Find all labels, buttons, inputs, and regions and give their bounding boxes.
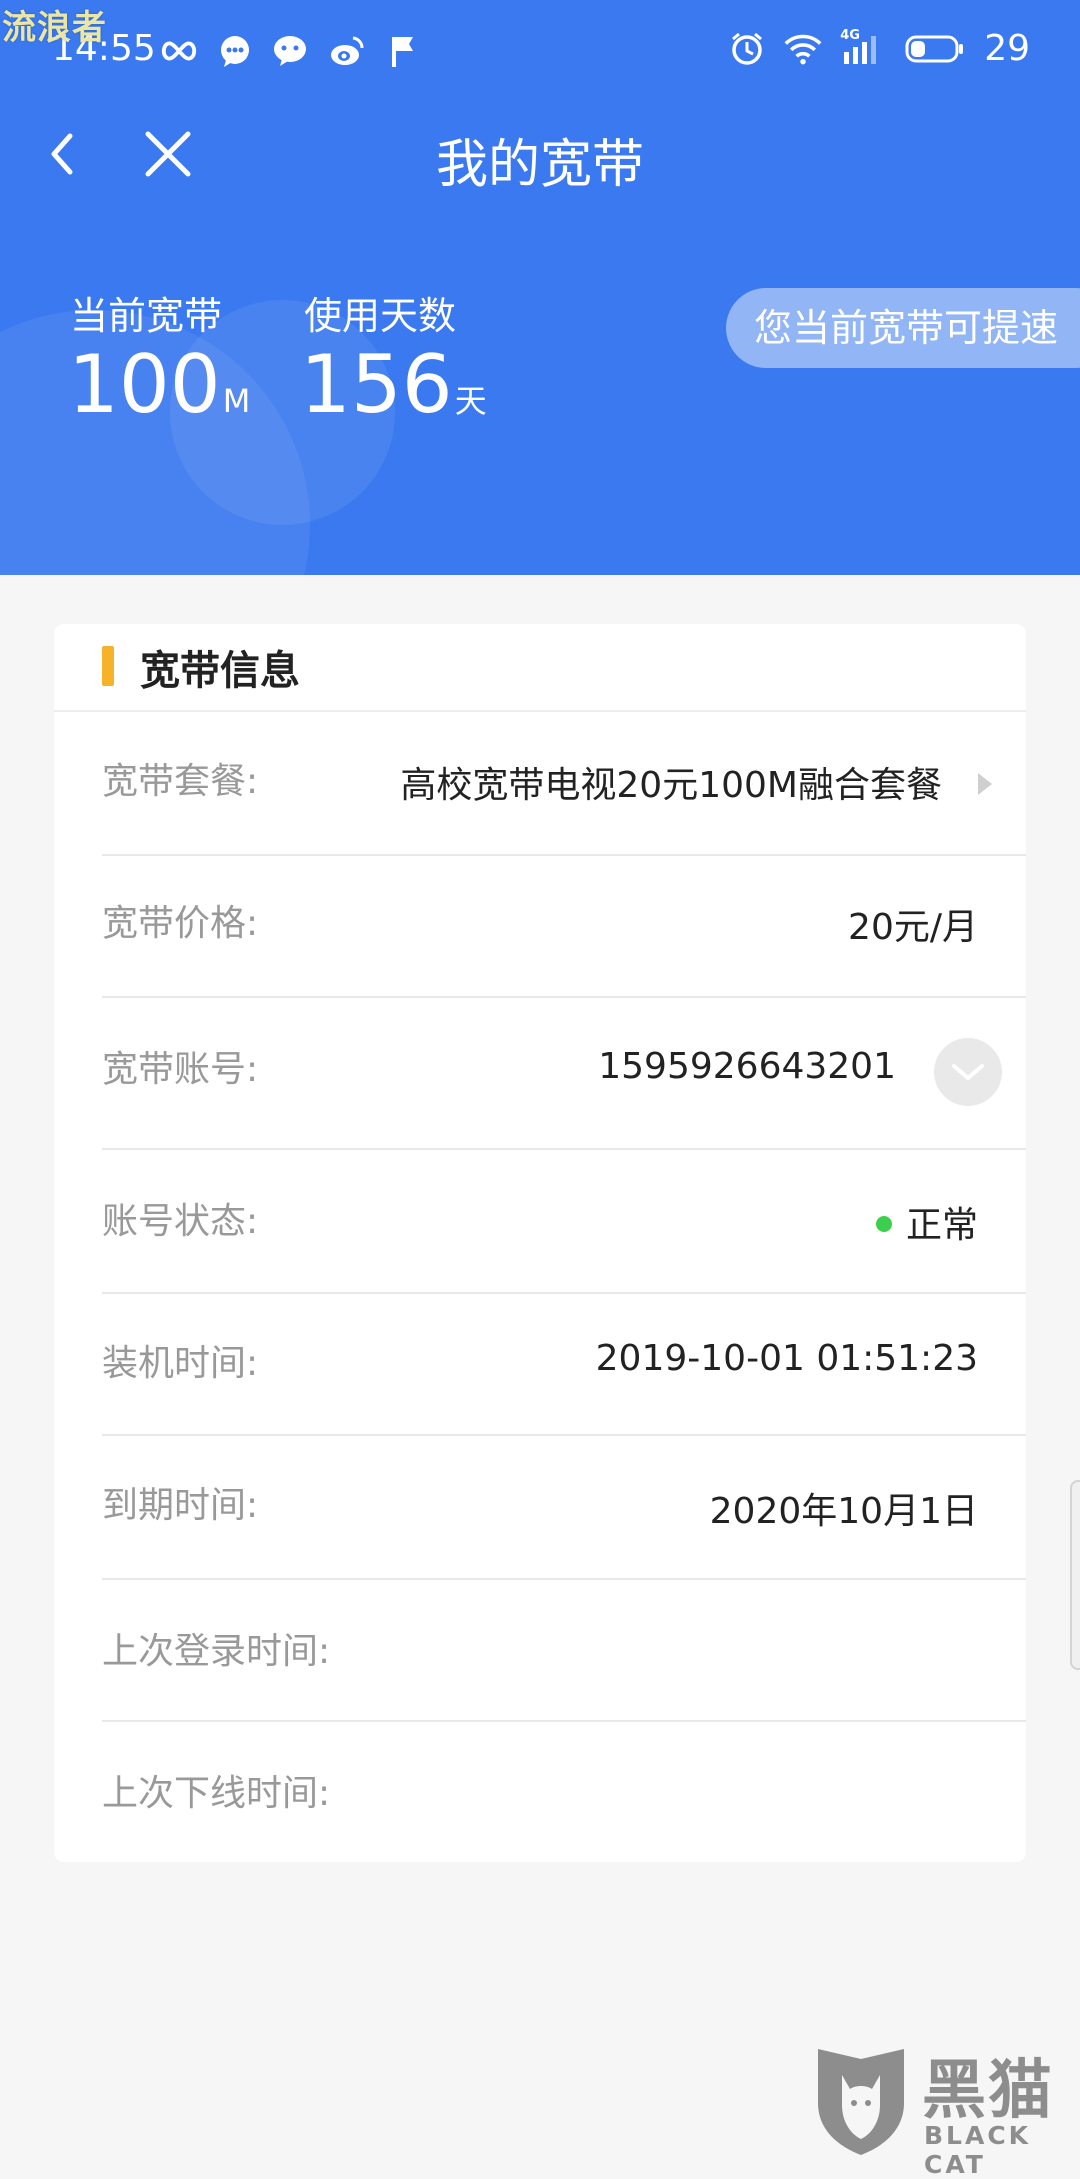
signal-icon: 4G	[840, 27, 886, 68]
row-value: 20元/月	[848, 907, 978, 948]
battery-icon	[904, 30, 966, 68]
wechat-icon	[272, 32, 310, 70]
network-type: 4G	[840, 27, 860, 43]
info-row-install-time: 装机时间: 2019-10-01 01:51:23	[102, 1294, 1026, 1436]
speedup-button[interactable]: 您当前宽带可提速	[726, 288, 1080, 368]
usage-days-number: 156	[300, 338, 453, 431]
battery-level: 29	[984, 28, 1030, 69]
row-label: 上次下线时间:	[102, 1773, 331, 1814]
info-row-expiry: 到期时间: 2020年10月1日	[102, 1436, 1026, 1580]
infinity-icon	[160, 32, 198, 70]
alarm-icon	[728, 30, 766, 68]
info-row-package[interactable]: 宽带套餐: 高校宽带电视20元100M融合套餐	[102, 714, 1026, 856]
row-label: 账号状态:	[102, 1201, 259, 1242]
status-bar: 14:55 4G 29	[0, 28, 1080, 78]
row-value: 正常	[875, 1196, 978, 1248]
row-value: 高校宽带电视20元100M融合套餐	[400, 765, 942, 806]
row-label: 宽带账号:	[102, 1049, 259, 1090]
card-title: 宽带信息	[140, 648, 300, 694]
row-value: 2020年10月1日	[709, 1491, 978, 1532]
cat-shield-icon	[818, 2049, 904, 2155]
row-label: 上次登录时间:	[102, 1631, 331, 1672]
current-bandwidth-label: 当前宽带	[70, 294, 223, 338]
row-value: 1595926643201	[598, 1046, 896, 1087]
status-dot	[875, 1216, 892, 1232]
status-notification-icons	[160, 32, 422, 70]
blackcat-watermark-logo: 黑猫 BLACK CAT	[812, 2045, 1080, 2179]
info-row-status: 账号状态: 正常	[102, 1150, 1026, 1294]
info-row-last-login: 上次登录时间:	[102, 1580, 1026, 1722]
brand-name-cn: 黑猫	[922, 2054, 1054, 2128]
status-system-icons: 4G 29	[728, 28, 1030, 69]
chat-bubble-icon	[216, 32, 254, 70]
current-bandwidth-value: 100M	[68, 345, 250, 425]
status-text: 正常	[905, 1205, 978, 1246]
usage-days-unit: 天	[454, 382, 487, 420]
row-label: 宽带价格:	[102, 903, 259, 944]
row-value: 2019-10-01 01:51:23	[595, 1338, 978, 1379]
header-banner: 14:55 4G 29 我的宽带 当前宽带 100M 使用天数 156天 您当前…	[0, 0, 1080, 575]
info-row-account: 宽带账号: 1595926643201	[102, 998, 1026, 1150]
current-bandwidth-unit: M	[222, 382, 251, 420]
row-label: 宽带套餐:	[102, 761, 259, 802]
current-bandwidth-number: 100	[68, 338, 221, 431]
brand-name-en: BLACK CAT	[924, 2121, 1032, 2179]
account-dropdown-button[interactable]	[934, 1038, 1002, 1106]
chevron-down-icon	[952, 1064, 984, 1081]
weibo-icon	[328, 32, 366, 70]
wifi-icon	[784, 30, 822, 68]
info-row-price: 宽带价格: 20元/月	[102, 856, 1026, 998]
chevron-right-icon	[978, 773, 992, 795]
broadband-info-card: 宽带信息 宽带套餐: 高校宽带电视20元100M融合套餐 宽带价格: 20元/月…	[54, 624, 1026, 1862]
info-row-last-offline: 上次下线时间:	[102, 1722, 1026, 1862]
usage-days-value: 156天	[300, 345, 487, 425]
page-title: 我的宽带	[435, 135, 644, 195]
card-accent-bar	[102, 646, 114, 686]
card-header: 宽带信息	[54, 624, 1026, 712]
row-label: 到期时间:	[102, 1485, 259, 1526]
nav-bar: 我的宽带	[0, 110, 1080, 200]
row-label: 装机时间:	[102, 1343, 259, 1384]
side-drag-handle[interactable]	[1070, 1480, 1080, 1670]
flag-icon	[384, 32, 422, 70]
watermark-text: 流浪者	[2, 8, 107, 48]
usage-days-label: 使用天数	[304, 294, 457, 338]
